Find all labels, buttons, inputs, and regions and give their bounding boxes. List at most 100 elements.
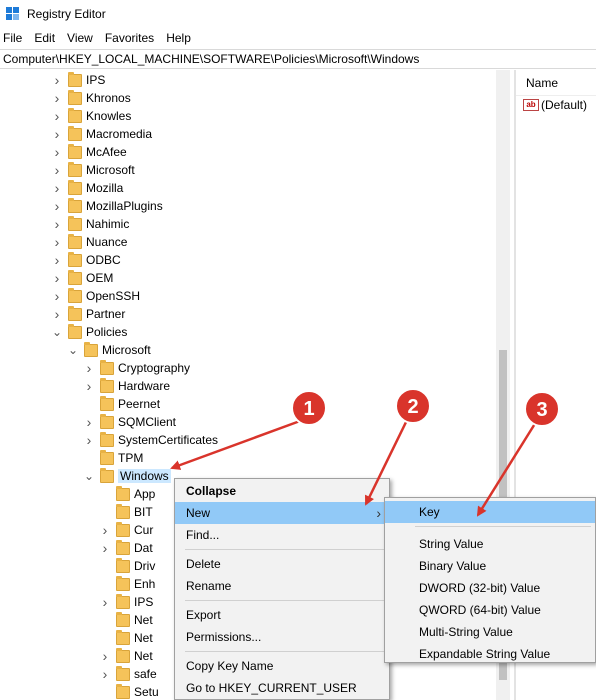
tree-node[interactable]: › Nahimic [52,215,129,233]
tree-node[interactable]: › IPS [52,71,105,89]
chevron-right-icon[interactable]: › [100,665,110,683]
tree-node[interactable]: › IPS [100,593,153,611]
tree-node[interactable]: › Mozilla [52,179,123,197]
tree-node[interactable]: › Partner [52,305,125,323]
tree-node[interactable]: › Dat [100,539,153,557]
tree-node[interactable]: › Microsoft [52,161,135,179]
tree-node[interactable]: › safe [100,665,157,683]
menu-item-new[interactable]: New › [175,502,389,524]
tree-node-label: Cryptography [118,361,191,375]
chevron-right-icon[interactable]: › [84,359,94,377]
chevron-right-icon[interactable]: › [52,161,62,179]
column-header-name[interactable]: Name [516,70,596,96]
tree-node[interactable]: ⌄ Policies [52,323,127,341]
tree-node[interactable]: › Knowles [52,107,131,125]
menu-item-label: Expandable String Value [419,647,551,661]
chevron-right-icon[interactable]: › [52,179,62,197]
chevron-right-icon[interactable]: › [52,233,62,251]
tree-node[interactable]: › Cryptography [84,359,190,377]
tree-node[interactable]: › SQMClient [84,413,176,431]
chevron-right-icon[interactable]: › [100,539,110,557]
menu-item-binary-value[interactable]: Binary Value [385,555,595,577]
tree-node[interactable]: Enh [100,575,155,593]
chevron-right-icon[interactable]: › [52,269,62,287]
menu-favorites[interactable]: Favorites [99,28,160,48]
menu-item-export[interactable]: Export [175,604,389,626]
chevron-right-icon[interactable]: › [52,251,62,269]
chevron-right-icon[interactable]: › [52,89,62,107]
tree-node[interactable]: › MozillaPlugins [52,197,163,215]
menu-item-key[interactable]: Key [385,501,595,523]
tree-node-label: Hardware [118,379,171,393]
address-bar[interactable]: Computer\HKEY_LOCAL_MACHINE\SOFTWARE\Pol… [0,49,596,69]
menu-separator [415,526,591,527]
menu-edit[interactable]: Edit [28,28,61,48]
chevron-right-icon[interactable]: › [52,215,62,233]
tree-node[interactable]: › McAfee [52,143,127,161]
chevron-right-icon[interactable]: › [84,377,94,395]
menu-item-collapse[interactable]: Collapse [175,480,389,502]
chevron-down-icon[interactable]: ⌄ [68,341,78,359]
chevron-right-icon[interactable]: › [52,287,62,305]
menu-item-label: Multi-String Value [419,625,513,639]
menu-item-copy-key-name[interactable]: Copy Key Name [175,655,389,677]
menu-item-multi-string-value[interactable]: Multi-String Value [385,621,595,643]
tree-node[interactable]: › Hardware [84,377,170,395]
chevron-right-icon[interactable]: › [52,305,62,323]
tree-node[interactable]: App [100,485,155,503]
chevron-right-icon[interactable]: › [52,143,62,161]
tree-node-label: Dat [134,541,153,555]
folder-icon [116,521,130,537]
menu-item-find[interactable]: Find... [175,524,389,546]
menu-item-rename[interactable]: Rename [175,575,389,597]
menu-item-expandable-string-value[interactable]: Expandable String Value [385,643,595,665]
menu-item-dword-32-bit-value[interactable]: DWORD (32-bit) Value [385,577,595,599]
tree-node[interactable]: › SystemCertificates [84,431,218,449]
menu-file[interactable]: File [0,28,28,48]
chevron-right-icon[interactable]: › [100,593,110,611]
tree-node-selected[interactable]: ⌄ Windows [84,467,171,485]
chevron-down-icon[interactable]: ⌄ [52,323,62,341]
tree-node-label: Knowles [86,109,132,123]
tree-node[interactable]: Net [100,611,153,629]
tree-node[interactable]: BIT [100,503,153,521]
tree-node[interactable]: Setu [100,683,159,700]
tree-node[interactable]: Peernet [84,395,160,413]
chevron-down-icon[interactable]: ⌄ [84,467,94,485]
chevron-right-icon[interactable]: › [84,413,94,431]
tree-node[interactable]: › Nuance [52,233,127,251]
tree-node[interactable]: › Net [100,647,153,665]
tree-node[interactable]: › ODBC [52,251,121,269]
chevron-right-icon[interactable]: › [52,125,62,143]
tree-node[interactable]: › OpenSSH [52,287,140,305]
tree-node-label: ODBC [86,253,121,267]
menu-item-permissions[interactable]: Permissions... [175,626,389,648]
folder-icon [116,503,130,519]
tree-node-label: BIT [134,505,153,519]
chevron-right-icon[interactable]: › [84,431,94,449]
menu-item-qword-64-bit-value[interactable]: QWORD (64-bit) Value [385,599,595,621]
tree-node[interactable]: ⌄ Microsoft [68,341,151,359]
value-row[interactable]: ab (Default) [516,96,596,114]
menu-item-delete[interactable]: Delete [175,553,389,575]
tree-node[interactable]: Driv [100,557,155,575]
chevron-right-icon[interactable]: › [100,647,110,665]
menu-separator [185,549,385,550]
menu-help[interactable]: Help [160,28,197,48]
chevron-right-icon[interactable]: › [52,71,62,89]
folder-icon [116,611,130,627]
tree-node[interactable]: › Khronos [52,89,131,107]
chevron-right-icon[interactable]: › [52,197,62,215]
tree-node[interactable]: TPM [84,449,143,467]
menu-item-string-value[interactable]: String Value [385,533,595,555]
chevron-right-icon[interactable]: › [52,107,62,125]
menu-item-go-to-hkey-current-user[interactable]: Go to HKEY_CURRENT_USER [175,677,389,699]
chevron-right-icon[interactable]: › [100,521,110,539]
tree-node[interactable]: › Macromedia [52,125,152,143]
menu-view[interactable]: View [61,28,99,48]
tree-node[interactable]: › OEM [52,269,113,287]
menu-item-label: Key [419,505,440,519]
tree-node[interactable]: › Cur [100,521,153,539]
tree-node[interactable]: Net [100,629,153,647]
